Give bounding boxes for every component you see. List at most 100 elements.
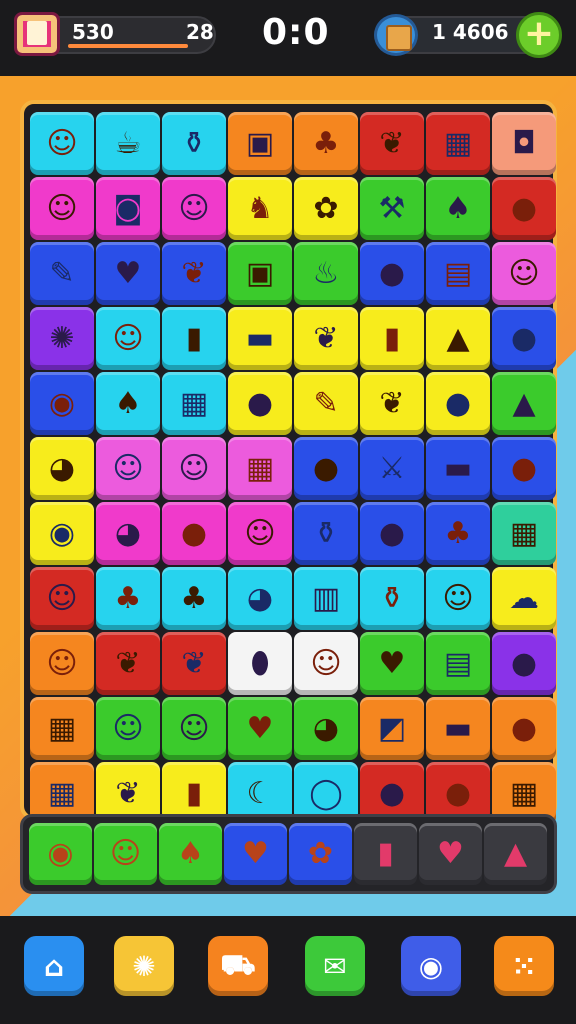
tile-apple[interactable]: ● xyxy=(360,502,424,565)
tile-chest[interactable]: ▤ xyxy=(426,242,490,305)
tile-jar[interactable]: ◙ xyxy=(96,177,160,240)
tile-tube[interactable]: ▬ xyxy=(228,307,292,370)
tile-apple[interactable]: ● xyxy=(360,242,424,305)
tile-brush[interactable]: ▤ xyxy=(426,632,490,695)
bakery-button[interactable]: ⛟ xyxy=(208,936,268,996)
tile-shell[interactable]: ✿ xyxy=(294,177,358,240)
tile-lantern[interactable]: ▥ xyxy=(294,567,358,630)
tile-pepper[interactable]: ♠ xyxy=(96,372,160,435)
tile-alien[interactable]: ☺ xyxy=(294,632,358,695)
tile-bottle[interactable]: ⚱ xyxy=(162,112,226,175)
tile-box[interactable]: ▣ xyxy=(228,112,292,175)
face-icon: ☺ xyxy=(244,515,276,551)
tile-face[interactable]: ☺ xyxy=(96,437,160,500)
tile-frame[interactable]: ▣ xyxy=(228,242,292,305)
tile-shell[interactable]: ◕ xyxy=(96,502,160,565)
tile-leaf[interactable]: ❦ xyxy=(162,632,226,695)
sun-button[interactable]: ✺ xyxy=(114,936,174,996)
cup-icon: ☕ xyxy=(114,125,142,161)
book-icon[interactable] xyxy=(14,12,60,56)
tile-leaf[interactable]: ❦ xyxy=(294,307,358,370)
tray-tile-pepper[interactable]: ♠ xyxy=(159,823,222,885)
tray-tile-heart[interactable]: ♥ xyxy=(419,823,482,885)
tile-girl[interactable]: ☺ xyxy=(30,567,94,630)
tile-vase[interactable]: ⚱ xyxy=(294,502,358,565)
tile-cherry[interactable]: ♣ xyxy=(96,567,160,630)
tile-face[interactable]: ☺ xyxy=(30,632,94,695)
tile-syringe[interactable]: ✎ xyxy=(30,242,94,305)
tile-heart[interactable]: ♥ xyxy=(96,242,160,305)
add-gold-button[interactable]: + xyxy=(516,12,562,58)
tile-ice[interactable]: ▬ xyxy=(426,697,490,760)
tray-tile-cup[interactable]: ▮ xyxy=(354,823,417,885)
photo-button[interactable]: ◉ xyxy=(401,936,461,996)
tile-cherry[interactable]: ♣ xyxy=(162,567,226,630)
tile-mirror[interactable]: ◕ xyxy=(294,697,358,760)
tray-tile-basketball[interactable]: ◉ xyxy=(29,823,92,885)
tile-crate[interactable]: ▦ xyxy=(426,112,490,175)
tile-apple[interactable]: ● xyxy=(492,632,556,695)
chat-button[interactable]: ✉ xyxy=(305,936,365,996)
shop-button[interactable]: ⌂ xyxy=(24,936,84,996)
tile-sword[interactable]: ⚔ xyxy=(360,437,424,500)
tile-kettle[interactable]: ♨ xyxy=(294,242,358,305)
tile-nut[interactable]: ● xyxy=(294,437,358,500)
tile-chocolate[interactable]: ▦ xyxy=(228,437,292,500)
tile-book[interactable]: ◩ xyxy=(360,697,424,760)
tile-jar[interactable]: ▮ xyxy=(162,307,226,370)
tile-pig[interactable]: ☁ xyxy=(492,567,556,630)
tray-tile-heart[interactable]: ♥ xyxy=(224,823,287,885)
tile-tomato[interactable]: ● xyxy=(492,177,556,240)
tile-face-hat[interactable]: ☺ xyxy=(30,177,94,240)
tile-leaf[interactable]: ❦ xyxy=(360,112,424,175)
tile-leaf[interactable]: ❦ xyxy=(360,372,424,435)
tile-leaf[interactable]: ❦ xyxy=(96,632,160,695)
tile-hammer[interactable]: ⚒ xyxy=(360,177,424,240)
tile-lime[interactable]: ● xyxy=(492,697,556,760)
tile-lollipop[interactable]: ◕ xyxy=(228,567,292,630)
tile-face[interactable]: ☺ xyxy=(30,112,94,175)
tile-leaf[interactable]: ❦ xyxy=(162,242,226,305)
tile-drum[interactable]: ◘ xyxy=(492,112,556,175)
tile-pepper[interactable]: ♣ xyxy=(294,112,358,175)
tile-horse[interactable]: ♞ xyxy=(228,177,292,240)
tile-face[interactable]: ☺ xyxy=(426,567,490,630)
dice-button[interactable]: ⁙ xyxy=(494,936,554,996)
tile-cat[interactable]: ☺ xyxy=(96,307,160,370)
chest-icon: ▦ xyxy=(47,710,77,746)
tile-heart[interactable]: ♥ xyxy=(360,632,424,695)
tile-plum[interactable]: ● xyxy=(162,502,226,565)
tile-donut[interactable]: ◉ xyxy=(30,372,94,435)
tile-pen[interactable]: ✎ xyxy=(294,372,358,435)
tray-tile-cake[interactable]: ▲ xyxy=(484,823,547,885)
tile-box[interactable]: ▦ xyxy=(162,372,226,435)
tile-cup[interactable]: ☕ xyxy=(96,112,160,175)
tile-cat[interactable]: ☺ xyxy=(96,697,160,760)
tile-ice[interactable]: ♣ xyxy=(426,502,490,565)
tile-apple[interactable]: ● xyxy=(492,307,556,370)
tile-face[interactable]: ☺ xyxy=(228,502,292,565)
level-count: 28 xyxy=(186,20,214,44)
tile-egg[interactable]: ⬮ xyxy=(228,632,292,695)
tile-apple[interactable]: ● xyxy=(492,437,556,500)
tile-chest[interactable]: ▦ xyxy=(30,697,94,760)
tile-potion[interactable]: ⚱ xyxy=(360,567,424,630)
tray-tile-flower[interactable]: ✿ xyxy=(289,823,352,885)
tile-crate[interactable]: ▦ xyxy=(492,502,556,565)
tile-monkey[interactable]: ♠ xyxy=(426,177,490,240)
tile-bottle[interactable]: ▮ xyxy=(360,307,424,370)
tile-radish[interactable]: ♥ xyxy=(228,697,292,760)
tile-clock[interactable]: ◉ xyxy=(30,502,94,565)
tile-tomato[interactable]: ● xyxy=(228,372,292,435)
tile-cheese[interactable]: ▲ xyxy=(492,372,556,435)
tile-orange[interactable]: ☺ xyxy=(492,242,556,305)
tile-grape[interactable]: ● xyxy=(426,372,490,435)
tile-hat[interactable]: ▲ xyxy=(426,307,490,370)
tile-cat[interactable]: ☺ xyxy=(162,697,226,760)
tray-tile-cat[interactable]: ☺ xyxy=(94,823,157,885)
tile-moon-face[interactable]: ☺ xyxy=(162,177,226,240)
tile-face[interactable]: ☺ xyxy=(162,437,226,500)
tile-candy[interactable]: ✺ xyxy=(30,307,94,370)
tile-bread[interactable]: ▬ xyxy=(426,437,490,500)
tile-lollipop[interactable]: ◕ xyxy=(30,437,94,500)
